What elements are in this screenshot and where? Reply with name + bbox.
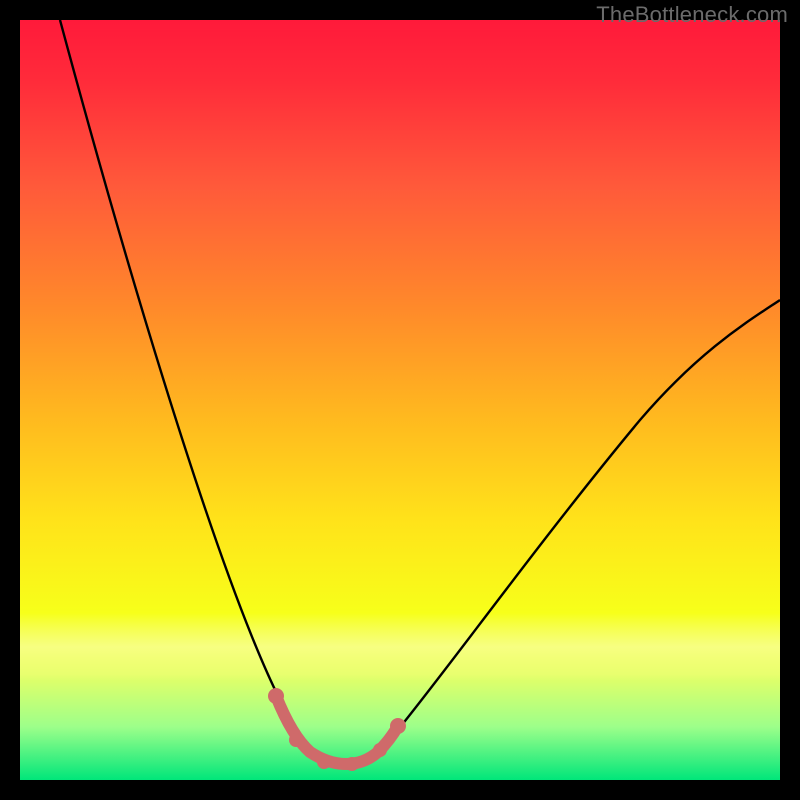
chart-frame: TheBottleneck.com: [0, 0, 800, 800]
highlight-dot-left: [268, 688, 284, 704]
highlight-dot: [289, 733, 303, 747]
highlight-dot: [317, 755, 331, 769]
curve-layer: [20, 20, 780, 780]
highlight-dot: [373, 743, 387, 757]
bright-band: [20, 613, 780, 681]
plot-area: [20, 20, 780, 780]
watermark-text: TheBottleneck.com: [596, 2, 788, 28]
bottleneck-curve: [60, 20, 780, 760]
highlight-segment: [276, 696, 398, 764]
highlight-dot-right: [390, 718, 406, 734]
highlight-dot: [345, 757, 359, 771]
